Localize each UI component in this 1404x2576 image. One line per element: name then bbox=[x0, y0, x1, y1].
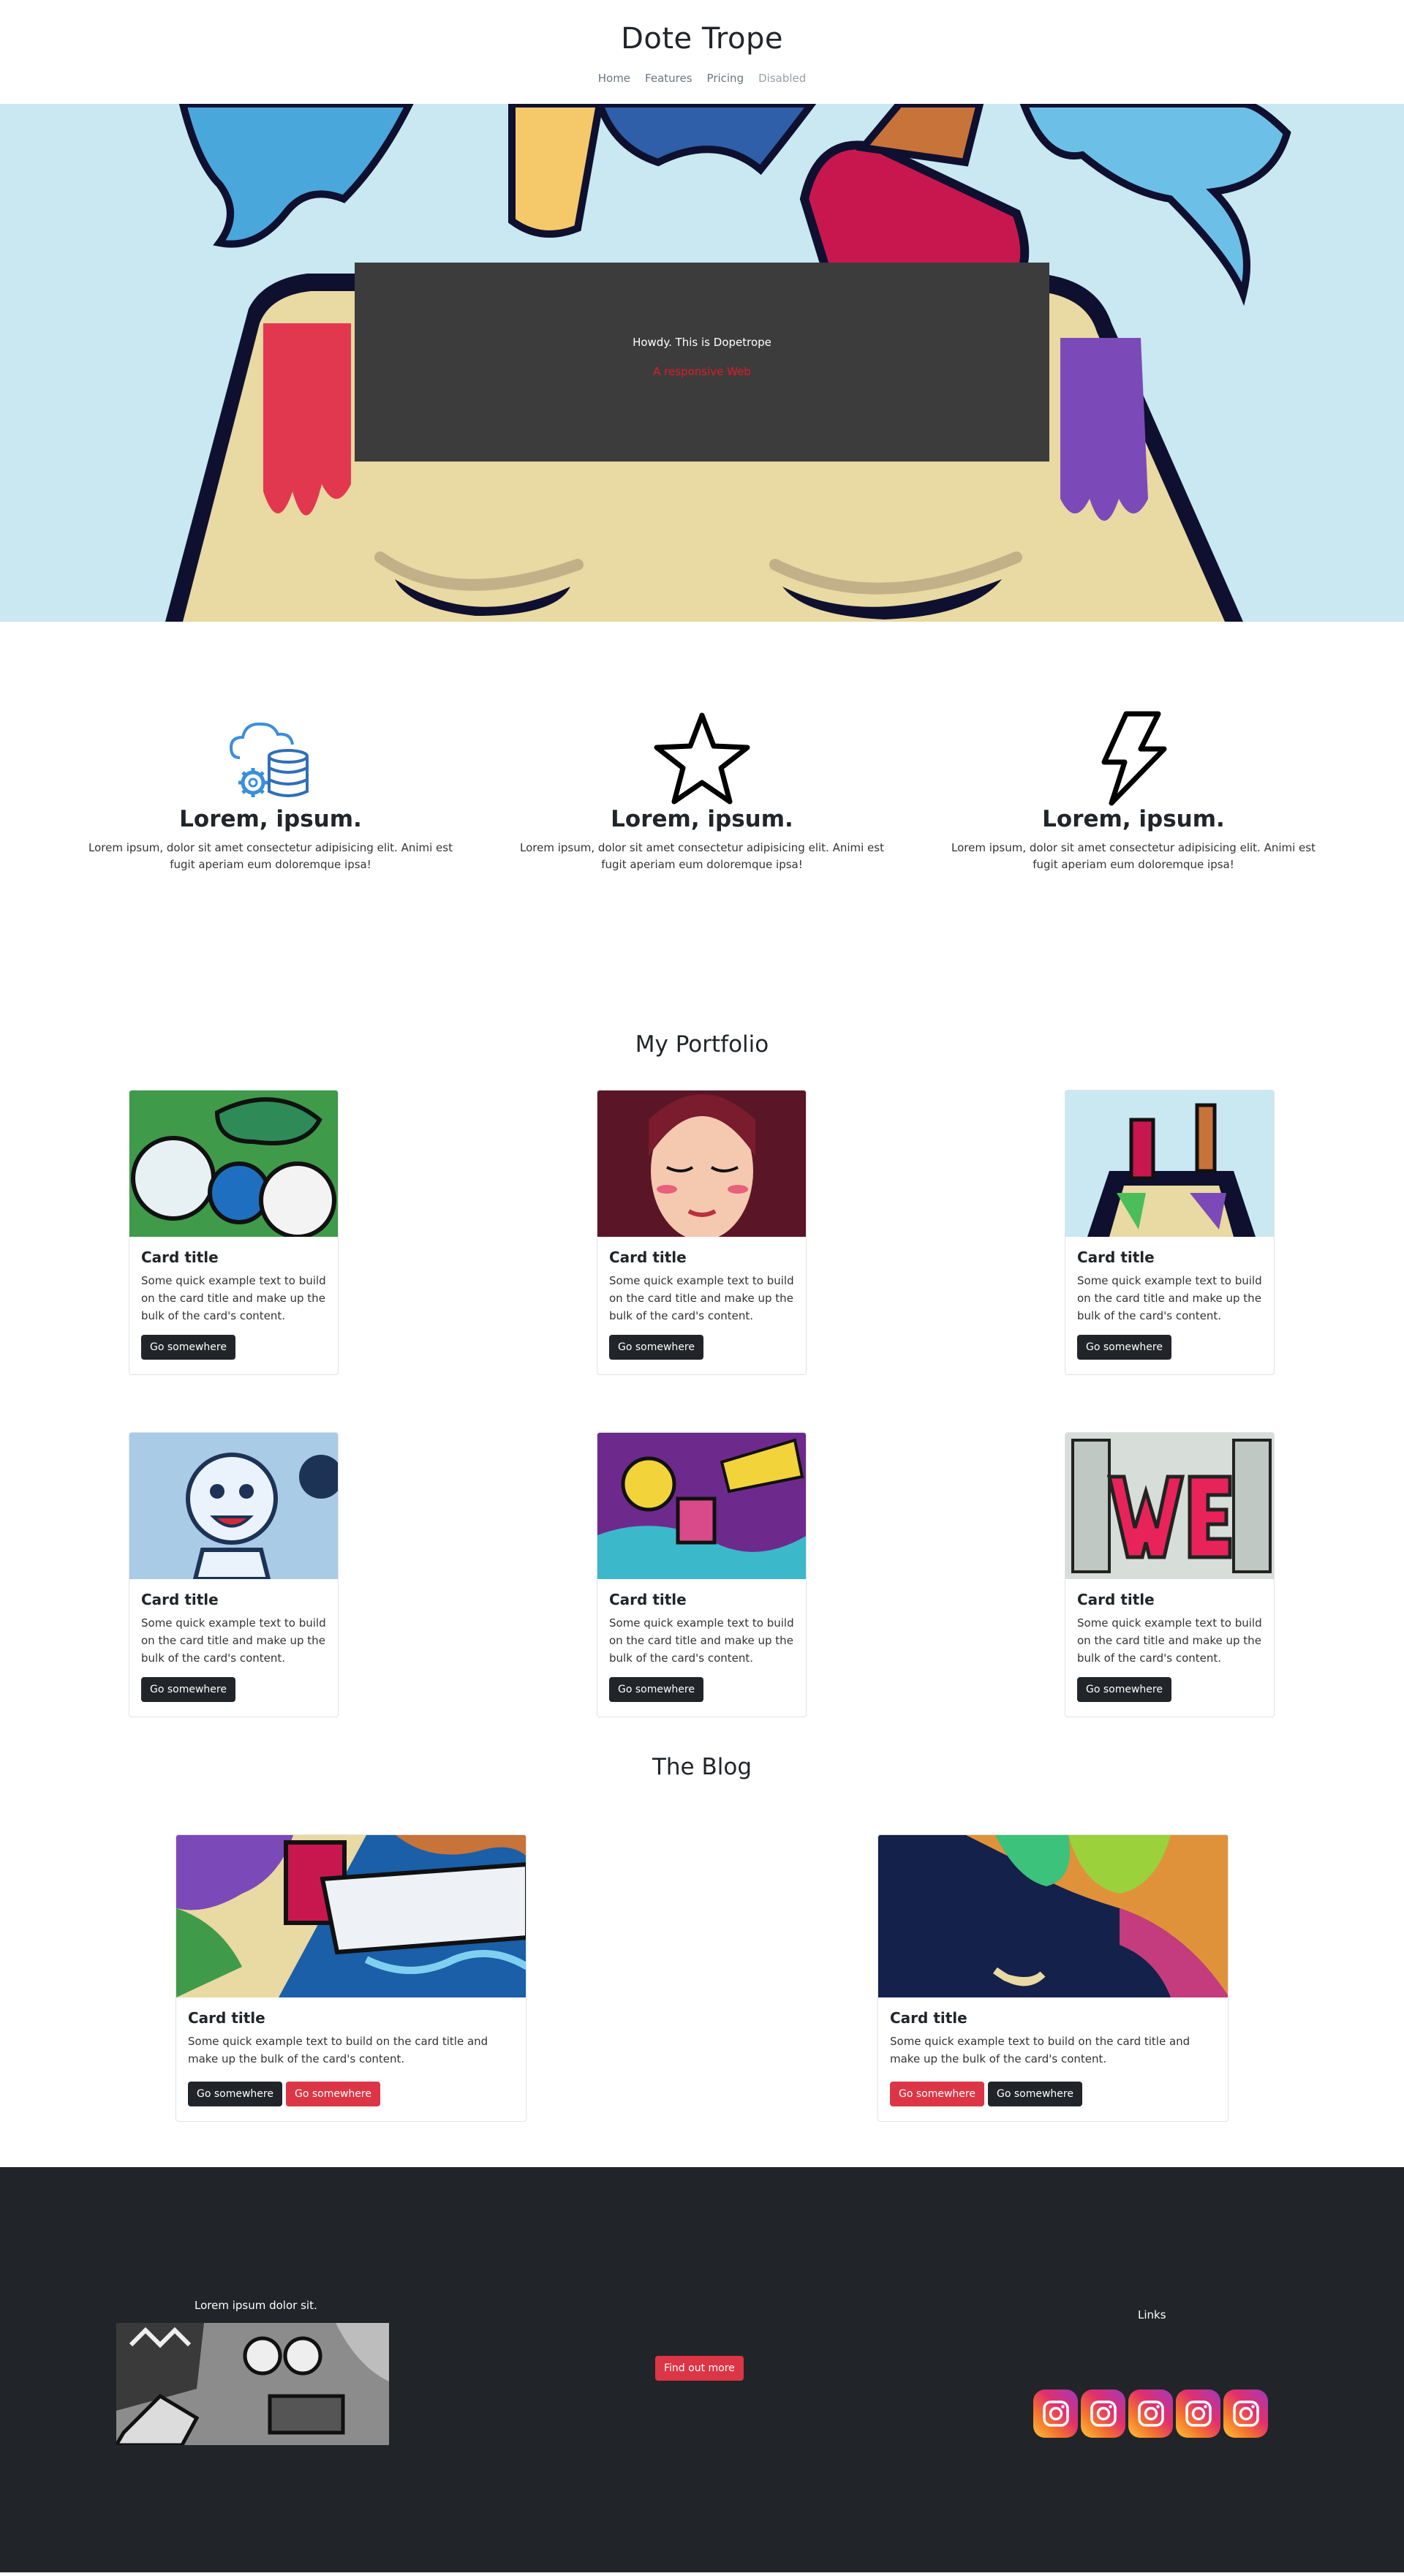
nav-pricing[interactable]: Pricing bbox=[707, 72, 744, 85]
portfolio-card: Card title Some quick example text to bu… bbox=[1065, 1432, 1275, 1717]
star-icon bbox=[512, 707, 892, 806]
feature-title: Lorem, ipsum. bbox=[1042, 806, 1225, 832]
go-somewhere-button[interactable]: Go somewhere bbox=[285, 2082, 380, 2106]
card-text: Some quick example text to build on the … bbox=[141, 1616, 326, 1665]
feature-title: Lorem, ipsum. bbox=[611, 806, 793, 832]
lightning-icon bbox=[943, 707, 1324, 806]
hero-subtitle: A responsive Web bbox=[653, 365, 751, 378]
footer-caption: Lorem ipsum dolor sit. bbox=[195, 2299, 317, 2312]
card-text: Some quick example text to build on the … bbox=[1077, 1274, 1262, 1322]
feature-item: Lorem, ipsum. Lorem ipsum, dolor sit ame… bbox=[512, 707, 892, 958]
go-somewhere-button[interactable]: Go somewhere bbox=[609, 1677, 703, 1702]
feature-item: Lorem, ipsum. Lorem ipsum, dolor sit ame… bbox=[80, 707, 461, 958]
nav-disabled: Disabled bbox=[758, 72, 807, 85]
instagram-icon[interactable] bbox=[1128, 2389, 1173, 2438]
go-somewhere-button[interactable]: Go somewhere bbox=[1077, 1677, 1171, 1702]
portfolio-card: Card title Some quick example text to bu… bbox=[597, 1432, 807, 1717]
card-text: Some quick example text to build on the … bbox=[1077, 1616, 1262, 1665]
main-nav: Home Features Pricing Disabled bbox=[0, 72, 1404, 85]
card-title: Card title bbox=[609, 1249, 687, 1266]
feature-item: Lorem, ipsum. Lorem ipsum, dolor sit ame… bbox=[943, 707, 1324, 958]
portfolio-title: My Portfolio bbox=[635, 1031, 769, 1058]
instagram-icon[interactable] bbox=[1223, 2389, 1268, 2438]
card-image bbox=[129, 1433, 338, 1579]
portfolio-card: Card title Some quick example text to bu… bbox=[129, 1090, 339, 1375]
card-text: Some quick example text to build on the … bbox=[141, 1274, 326, 1322]
portfolio-card: Card title Some quick example text to bu… bbox=[1065, 1090, 1275, 1375]
find-out-more-button[interactable]: Find out more bbox=[655, 2356, 744, 2381]
card-title: Card title bbox=[1077, 1591, 1155, 1608]
card-title: Card title bbox=[1077, 1249, 1155, 1266]
card-text: Some quick example text to build on the … bbox=[609, 1274, 794, 1322]
features-section: Lorem, ipsum. Lorem ipsum, dolor sit ame… bbox=[0, 622, 1404, 958]
hero-title: Howdy. This is Dopetrope bbox=[633, 336, 771, 349]
nav-features[interactable]: Features bbox=[645, 72, 692, 85]
blog-title: The Blog bbox=[652, 1754, 752, 1780]
feature-title: Lorem, ipsum. bbox=[179, 806, 362, 832]
feature-text: Lorem ipsum, dolor sit amet consectetur … bbox=[520, 841, 884, 871]
card-title: Card title bbox=[188, 2009, 265, 2027]
instagram-icon[interactable] bbox=[1176, 2389, 1220, 2438]
nav-home[interactable]: Home bbox=[598, 72, 630, 85]
card-image bbox=[1065, 1433, 1274, 1579]
footer-image bbox=[116, 2323, 389, 2445]
hero-caption-box: Howdy. This is Dopetrope A responsive We… bbox=[355, 263, 1049, 462]
card-title: Card title bbox=[141, 1249, 219, 1266]
card-text: Some quick example text to build on the … bbox=[609, 1616, 794, 1665]
go-somewhere-button[interactable]: Go somewhere bbox=[1077, 1335, 1171, 1360]
card-image bbox=[597, 1433, 806, 1579]
go-somewhere-button[interactable]: Go somewhere bbox=[987, 2082, 1082, 2106]
cloud-database-icon bbox=[80, 707, 461, 806]
social-links bbox=[1033, 2389, 1268, 2438]
go-somewhere-button[interactable]: Go somewhere bbox=[890, 2082, 984, 2106]
go-somewhere-button[interactable]: Go somewhere bbox=[141, 1677, 235, 1702]
instagram-icon[interactable] bbox=[1081, 2389, 1125, 2438]
card-image bbox=[878, 1835, 1228, 1997]
blog-card: Card title Some quick example text to bu… bbox=[878, 1834, 1228, 2122]
brand-title[interactable]: Dote Trope bbox=[0, 22, 1404, 56]
blog-card: Card title Some quick example text to bu… bbox=[176, 1834, 526, 2122]
card-image bbox=[176, 1835, 526, 1997]
feature-text: Lorem ipsum, dolor sit amet consectetur … bbox=[951, 841, 1316, 871]
footer-links-label: Links bbox=[1138, 2308, 1166, 2321]
card-image bbox=[597, 1091, 806, 1237]
portfolio-card: Card title Some quick example text to bu… bbox=[597, 1090, 807, 1375]
portfolio-section: My Portfolio Card title Some quick examp… bbox=[0, 958, 1404, 1728]
site-header: Dote Trope Home Features Pricing Disable… bbox=[0, 0, 1404, 104]
hero-banner: Howdy. This is Dopetrope A responsive We… bbox=[0, 104, 1404, 622]
card-title: Card title bbox=[609, 1591, 687, 1608]
card-image bbox=[1065, 1091, 1274, 1237]
blog-section: The Blog Card title Some quick example t… bbox=[0, 1728, 1404, 2167]
site-footer: Lorem ipsum dolor sit. Find out more Lin… bbox=[0, 2167, 1404, 2572]
go-somewhere-button[interactable]: Go somewhere bbox=[609, 1335, 703, 1360]
feature-text: Lorem ipsum, dolor sit amet consectetur … bbox=[88, 841, 453, 871]
instagram-icon[interactable] bbox=[1033, 2389, 1078, 2438]
card-text: Some quick example text to build on the … bbox=[890, 2035, 1190, 2065]
card-text: Some quick example text to build on the … bbox=[188, 2035, 488, 2065]
card-title: Card title bbox=[890, 2009, 967, 2027]
card-image bbox=[129, 1091, 338, 1237]
card-title: Card title bbox=[141, 1591, 219, 1608]
portfolio-card: Card title Some quick example text to bu… bbox=[129, 1432, 339, 1717]
go-somewhere-button[interactable]: Go somewhere bbox=[188, 2082, 282, 2106]
go-somewhere-button[interactable]: Go somewhere bbox=[141, 1335, 235, 1360]
